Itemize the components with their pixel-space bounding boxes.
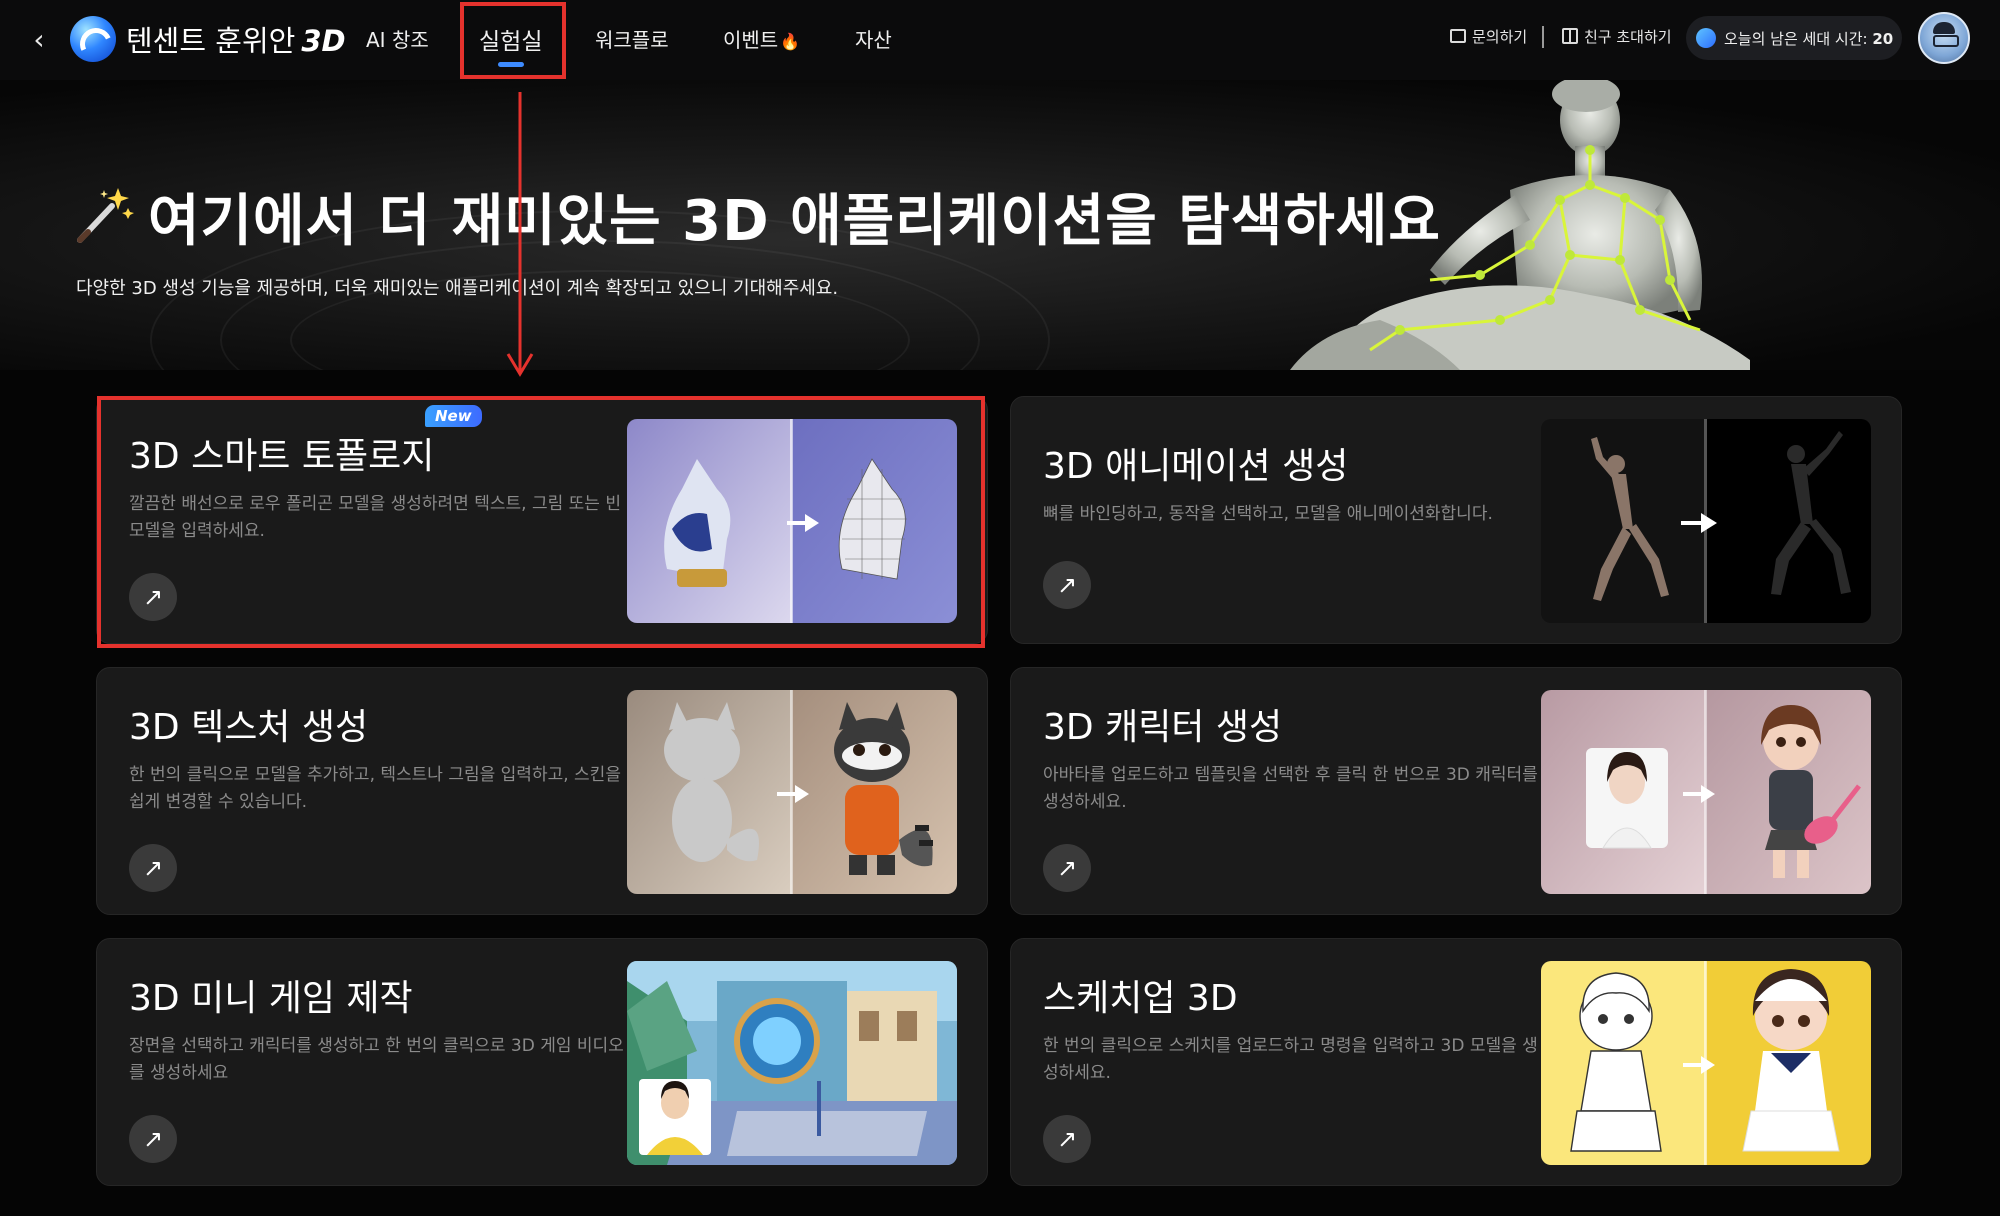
mail-icon bbox=[1450, 29, 1466, 43]
quota-icon bbox=[1696, 28, 1716, 48]
quota-text: 오늘의 남은 세대 시간: 20 bbox=[1724, 28, 1893, 49]
quota-label: 오늘의 남은 세대 시간: bbox=[1724, 30, 1868, 48]
brand-logo-icon[interactable] bbox=[70, 16, 116, 62]
brand-name: 텐센트 훈위안 bbox=[126, 24, 296, 58]
nav-item-event[interactable]: 이벤트 🔥 bbox=[723, 24, 800, 53]
annotation-highlight-card bbox=[97, 396, 985, 648]
card-thumbnail bbox=[627, 961, 957, 1165]
user-avatar[interactable] bbox=[1918, 12, 1970, 64]
card-title: 3D 텍스처 생성 bbox=[129, 707, 369, 748]
fire-icon: 🔥 bbox=[780, 32, 801, 51]
card-animation-generation[interactable]: 3D 애니메이션 생성 뼈를 바인딩하고, 동작을 선택하고, 모델을 애니메이… bbox=[1010, 396, 1902, 644]
divider bbox=[1542, 26, 1544, 48]
card-description: 한 번의 클릭으로 스케치를 업로드하고 명령을 입력하고 3D 모델을 생성하… bbox=[1043, 1036, 1538, 1083]
arrow-up-right-icon[interactable]: ↗ bbox=[129, 1115, 177, 1163]
arrow-up-right-icon[interactable]: ↗ bbox=[1043, 1115, 1091, 1163]
card-mini-game[interactable]: 3D 미니 게임 제작 장면을 선택하고 캐릭터를 생성하고 한 번의 클릭으로… bbox=[96, 938, 988, 1186]
card-description: 뼈를 바인딩하고, 동작을 선택하고, 모델을 애니메이션화합니다. bbox=[1043, 504, 1493, 524]
arrow-up-right-icon[interactable]: ↗ bbox=[1043, 561, 1091, 609]
invite-label: 친구 초대하기 bbox=[1584, 28, 1672, 46]
annotation-highlight-nav bbox=[460, 2, 566, 79]
wand-icon bbox=[77, 188, 134, 243]
invite-friends-link[interactable]: 친구 초대하기 bbox=[1562, 26, 1672, 47]
back-arrow-icon[interactable]: ‹ bbox=[24, 22, 54, 58]
card-description: 한 번의 클릭으로 모델을 추가하고, 텍스트나 그림을 입력하고, 스킨을 쉽… bbox=[129, 765, 621, 812]
card-thumbnail bbox=[1541, 419, 1871, 623]
card-texture-generation[interactable]: 3D 텍스처 생성 한 번의 클릭으로 모델을 추가하고, 텍스트나 그림을 입… bbox=[96, 667, 988, 915]
brand-3d: 3D bbox=[301, 24, 346, 58]
nav-item-assets[interactable]: 자산 bbox=[855, 24, 892, 53]
card-description: 아바타를 업로드하고 템플릿을 선택한 후 클릭 한 번으로 3D 캐릭터를 생… bbox=[1043, 765, 1538, 812]
card-title: 3D 애니메이션 생성 bbox=[1043, 446, 1349, 487]
card-character-generation[interactable]: 3D 캐릭터 생성 아바타를 업로드하고 템플릿을 선택한 후 클릭 한 번으로… bbox=[1010, 667, 1902, 915]
annotation-arrow-icon bbox=[506, 92, 534, 377]
card-title: 3D 미니 게임 제작 bbox=[129, 978, 413, 1019]
card-thumbnail bbox=[627, 690, 957, 894]
arrow-up-right-icon[interactable]: ↗ bbox=[1043, 844, 1091, 892]
page-subtitle: 다양한 3D 생성 기능을 제공하며, 더욱 재미있는 애플리케이션이 계속 확… bbox=[76, 278, 839, 299]
nav-item-event-label: 이벤트 bbox=[723, 28, 779, 52]
card-sketch-3d[interactable]: 스케치업 3D 한 번의 클릭으로 스케치를 업로드하고 명령을 입력하고 3D… bbox=[1010, 938, 1902, 1186]
card-title: 스케치업 3D bbox=[1043, 978, 1238, 1019]
quota-value: 20 bbox=[1872, 30, 1894, 48]
statue-illustration bbox=[1290, 80, 1750, 370]
card-thumbnail bbox=[1541, 690, 1871, 894]
contact-label: 문의하기 bbox=[1472, 28, 1528, 46]
hero-banner: 여기에서 더 재미있는 3D 애플리케이션을 탐색하세요 다양한 3D 생성 기… bbox=[0, 80, 2000, 370]
arrow-up-right-icon[interactable]: ↗ bbox=[129, 844, 177, 892]
top-navigation: ‹ 텐센트 훈위안 3D AI 창조 실험실 워크플로 이벤트 🔥 자산 문의하기 … bbox=[0, 0, 2000, 80]
brand-title[interactable]: 텐센트 훈위안 3D bbox=[126, 18, 346, 60]
generation-quota-badge[interactable]: 오늘의 남은 세대 시간: 20 bbox=[1686, 16, 1902, 60]
gift-icon bbox=[1562, 28, 1578, 44]
card-thumbnail bbox=[1541, 961, 1871, 1165]
nav-item-workflow[interactable]: 워크플로 bbox=[595, 24, 669, 53]
card-title: 3D 캐릭터 생성 bbox=[1043, 707, 1283, 748]
contact-link[interactable]: 문의하기 bbox=[1450, 26, 1527, 47]
nav-item-ai-create[interactable]: AI 창조 bbox=[366, 24, 429, 53]
card-description: 장면을 선택하고 캐릭터를 생성하고 한 번의 클릭으로 3D 게임 비디오를 … bbox=[129, 1036, 624, 1083]
